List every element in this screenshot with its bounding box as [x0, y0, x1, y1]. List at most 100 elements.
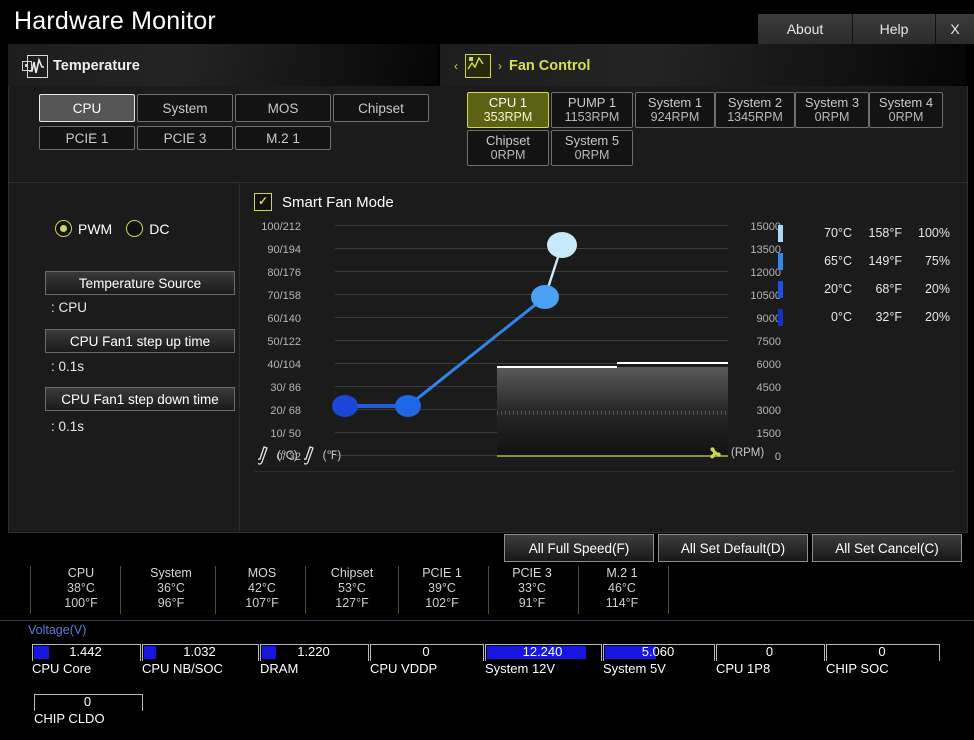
temp-celsius: 39°C — [428, 581, 456, 595]
radio-dc[interactable]: DC — [126, 220, 169, 237]
temp-fahrenheit: 114°F — [605, 596, 639, 610]
y-tick-1: 90/194 — [267, 244, 301, 256]
voltage-label: System 5V — [603, 661, 666, 676]
legend-temp-f: 68°F — [875, 282, 902, 296]
y-tick-0: 100/212 — [261, 221, 301, 233]
temp-source-system[interactable]: System — [137, 94, 233, 122]
all-set-default-button[interactable]: All Set Default(D) — [658, 534, 808, 562]
all-set-cancel-button[interactable]: All Set Cancel(C) — [812, 534, 962, 562]
temp-source-pcie3[interactable]: PCIE 3 — [137, 126, 233, 150]
axis-unit-legend: (℃) (℉) — [258, 445, 341, 465]
temp-readout-cpu: CPU 38°C 100°F — [31, 566, 131, 611]
temp-celsius: 53°C — [338, 581, 366, 595]
fan-control-icon — [465, 54, 491, 78]
fan-button-chipset[interactable]: Chipset 0RPM — [467, 130, 549, 166]
legend-duty: 20% — [924, 310, 950, 324]
smart-fan-mode-row[interactable]: ✓ Smart Fan Mode — [254, 193, 394, 211]
y-tick-3: 70/158 — [267, 290, 301, 302]
fan-name: CPU 1 — [488, 95, 528, 110]
all-full-speed-button[interactable]: All Full Speed(F) — [504, 534, 654, 562]
temperature-readout-strip: CPU 38°C 100°F System 36°C 96°F MOS 42°C… — [0, 564, 974, 620]
y2-tick-8: 3000 — [756, 405, 781, 417]
rpm-unit-legend: (RPM) — [706, 445, 764, 461]
close-button[interactable]: X — [936, 14, 974, 44]
fan-button-system1[interactable]: System 1 924RPM — [635, 92, 715, 128]
temp-source-chipset[interactable]: Chipset — [333, 94, 429, 122]
fan-button-system3[interactable]: System 3 0RPM — [795, 92, 869, 128]
tab-prev-icon[interactable]: ‹ — [454, 59, 458, 73]
voltage-value: 0 — [83, 694, 92, 709]
fan-name: System 5 — [564, 133, 620, 148]
tab-temperature-label: Temperature — [53, 58, 140, 74]
fan-name: System 4 — [878, 95, 934, 110]
fan-button-system2[interactable]: System 2 1345RPM — [715, 92, 795, 128]
fan-rpm: 353RPM — [483, 110, 533, 124]
rpm-unit-label: (RPM) — [731, 447, 765, 459]
temp-source-m21[interactable]: M.2 1 — [235, 126, 331, 150]
temp-name: M.2 1 — [606, 566, 638, 580]
fan-button-cpu1[interactable]: CPU 1 353RPM — [467, 92, 549, 128]
temp-celsius: 42°C — [248, 581, 276, 595]
fan-rpm: 0RPM — [814, 110, 850, 124]
fan-button-system4[interactable]: System 4 0RPM — [869, 92, 943, 128]
radio-dc-dot — [126, 220, 144, 237]
fan-rpm: 0RPM — [574, 148, 610, 162]
legend-duty: 75% — [924, 254, 950, 268]
step-down-time-field[interactable]: CPU Fan1 step down time — [45, 387, 235, 411]
voltage-value: 0 — [422, 644, 430, 659]
voltage-label: CPU Core — [32, 661, 92, 676]
y2-tick-7: 4500 — [756, 382, 781, 394]
temperature-graph-icon — [22, 55, 48, 78]
legend-row: 65°C 149°F 75% — [778, 251, 950, 271]
voltage-value: 0 — [765, 644, 774, 659]
legend-row: 20°C 68°F 20% — [778, 279, 950, 299]
fan-curve-chart: 100/212 90/194 80/176 70/158 60/140 50/1… — [257, 221, 781, 463]
tab-temperature[interactable]: Temperature — [8, 44, 438, 88]
y2-tick-2: 12000 — [750, 267, 781, 279]
temp-name: Chipset — [330, 566, 374, 580]
radio-pwm[interactable]: PWM — [55, 220, 112, 237]
fan-name: Chipset — [485, 133, 531, 148]
step-up-time-value: : 0.1s — [51, 359, 85, 374]
tab-fan-control[interactable]: ‹ › Fan Control — [440, 44, 966, 88]
legend-row: 0°C 32°F 20% — [778, 307, 950, 327]
mode-radio-group: PWM DC — [55, 220, 169, 237]
plot-area[interactable] — [332, 221, 728, 461]
fan-rpm: 924RPM — [650, 110, 700, 124]
temp-source-pcie1[interactable]: PCIE 1 — [39, 126, 135, 150]
tab-next-icon[interactable]: › — [498, 59, 502, 73]
voltage-value: 0 — [878, 644, 886, 659]
y-tick-6: 40/104 — [267, 359, 301, 371]
celsius-unit-label: (℃) — [277, 450, 298, 462]
radio-pwm-label: PWM — [78, 220, 113, 237]
temperature-source-field[interactable]: Temperature Source — [45, 271, 235, 295]
temp-name: System — [150, 566, 192, 580]
title-bar: Hardware Monitor About Help X — [0, 0, 974, 48]
main-tab-strip: Temperature ‹ › Fan Control — [0, 44, 974, 88]
smart-fan-mode-label: Smart Fan Mode — [282, 193, 394, 211]
y-tick-4: 60/140 — [267, 313, 301, 325]
legend-temp-c: 20°C — [824, 282, 852, 296]
step-up-time-field[interactable]: CPU Fan1 step up time — [45, 329, 235, 353]
temp-name: MOS — [247, 566, 277, 580]
fan-curve-svg — [332, 232, 577, 417]
fan-button-system5[interactable]: System 5 0RPM — [551, 130, 633, 166]
voltage-section-divider — [0, 620, 974, 621]
temp-readout-mos: MOS 42°C 107°F — [212, 566, 312, 611]
help-button[interactable]: Help — [853, 14, 936, 44]
legend-duty: 100% — [918, 226, 950, 240]
temp-fahrenheit: 102°F — [425, 596, 459, 610]
fan-control-panel: CPU System MOS Chipset PCIE 1 PCIE 3 M.2… — [8, 86, 968, 533]
y-tick-5: 50/122 — [267, 336, 301, 348]
smart-fan-mode-checkbox[interactable]: ✓ — [254, 193, 272, 211]
voltage-item-cpu-vddp: 0 CPU VDDP — [370, 644, 485, 676]
y2-tick-0: 15000 — [750, 221, 781, 233]
fan-button-pump1[interactable]: PUMP 1 1153RPM — [551, 92, 633, 128]
fan-rpm: 1153RPM — [564, 110, 620, 124]
temp-source-mos[interactable]: MOS — [235, 94, 331, 122]
y2-tick-5: 7500 — [756, 336, 781, 348]
tab-fan-control-label: Fan Control — [509, 58, 591, 74]
temp-source-cpu[interactable]: CPU — [39, 94, 135, 122]
about-button[interactable]: About — [758, 14, 853, 44]
temp-celsius: 33°C — [518, 581, 546, 595]
